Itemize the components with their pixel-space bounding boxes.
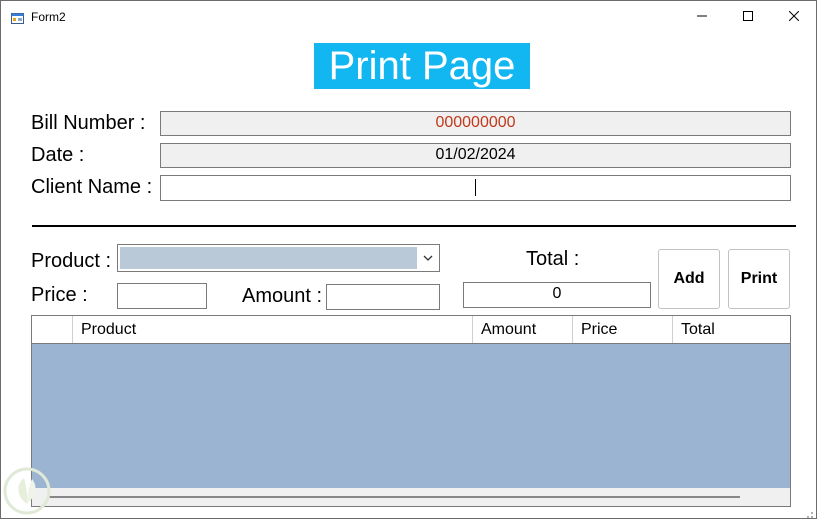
form-app-icon	[11, 11, 24, 24]
date-field[interactable]: 01/02/2024	[160, 143, 791, 168]
price-input[interactable]	[117, 283, 207, 309]
page-heading: Print Page	[314, 43, 530, 89]
amount-input[interactable]	[326, 284, 440, 310]
client-name-label: Client Name :	[31, 176, 153, 198]
add-button[interactable]: Add	[658, 249, 720, 309]
maximize-button[interactable]	[725, 1, 771, 33]
price-label: Price :	[31, 284, 88, 306]
product-combobox[interactable]	[117, 244, 440, 272]
minimize-button[interactable]	[679, 1, 725, 33]
maximize-icon	[743, 8, 753, 26]
title-bar[interactable]: Form2	[1, 1, 816, 33]
section-divider	[32, 225, 796, 227]
bill-number-field[interactable]: 000000000	[160, 111, 791, 136]
column-header-amount[interactable]: Amount	[472, 316, 572, 343]
window-title: Form2	[31, 10, 66, 24]
print-button[interactable]: Print	[728, 249, 790, 309]
bill-number-label: Bill Number :	[31, 112, 146, 134]
grid-header: Product Amount Price Total	[32, 316, 790, 344]
column-header-product[interactable]: Product	[72, 316, 472, 343]
total-label: Total :	[526, 248, 580, 270]
product-grid[interactable]: Product Amount Price Total	[31, 315, 791, 507]
row-header-corner[interactable]	[32, 316, 72, 343]
total-field[interactable]: 0	[463, 282, 651, 308]
product-label: Product :	[31, 250, 112, 272]
text-caret	[475, 179, 476, 196]
resize-grip-icon[interactable]	[804, 506, 814, 518]
minimize-icon	[697, 8, 707, 26]
close-button[interactable]	[771, 1, 816, 33]
column-header-price[interactable]: Price	[572, 316, 672, 343]
date-label: Date :	[31, 144, 85, 166]
amount-label: Amount :	[242, 285, 323, 307]
horizontal-scrollbar[interactable]	[32, 488, 790, 506]
product-selected-value	[120, 247, 417, 269]
form2-window: Form2 Print Page Bill Number : 000000000…	[0, 0, 817, 519]
scrollbar-thumb[interactable]	[48, 496, 740, 498]
close-icon	[788, 8, 800, 26]
leaf-watermark-icon	[2, 466, 52, 516]
column-header-total[interactable]: Total	[672, 316, 790, 343]
client-name-input[interactable]	[160, 175, 791, 201]
chevron-down-icon[interactable]	[421, 251, 435, 265]
